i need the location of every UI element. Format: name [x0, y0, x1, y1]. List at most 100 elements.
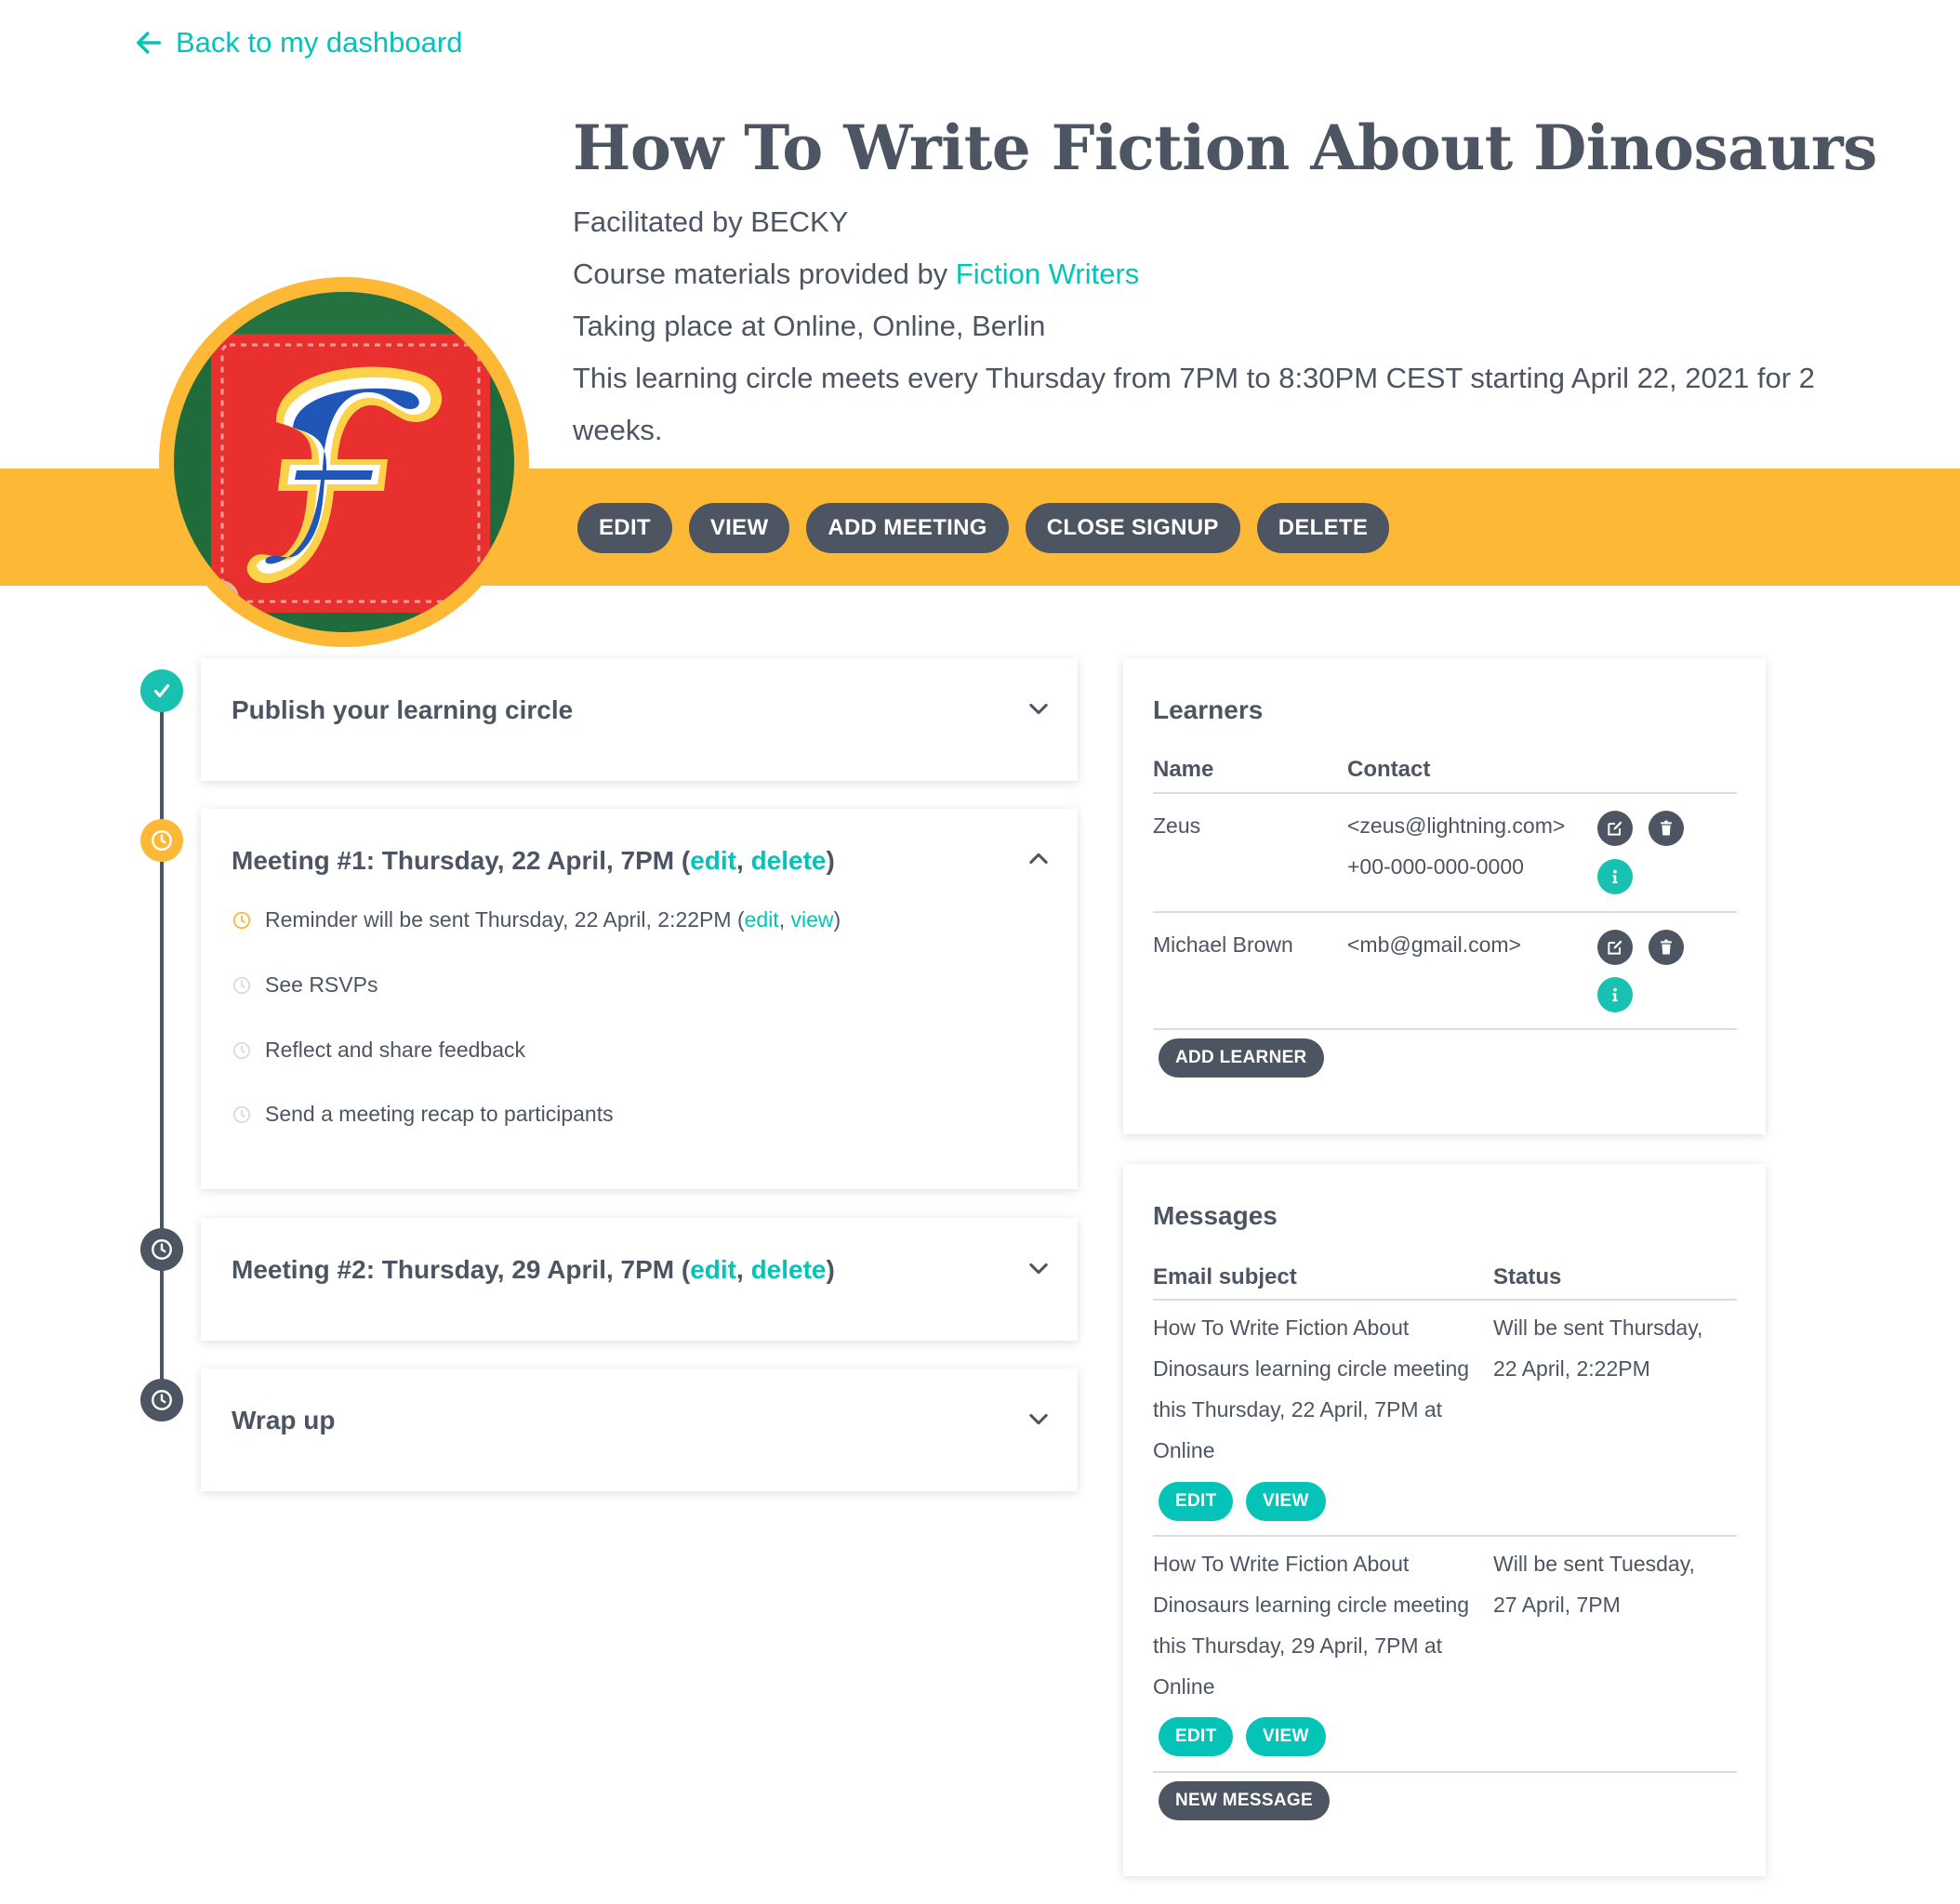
materials-line: Course materials provided by Fiction Wri…: [573, 248, 1139, 300]
edit-learner-button[interactable]: [1597, 930, 1633, 965]
location-text: Taking place at Online, Online, Berlin: [573, 310, 1046, 342]
message-view-button[interactable]: VIEW: [1246, 1717, 1326, 1756]
clock-icon: [232, 1105, 251, 1123]
meeting-2-title: Meeting #2: Thursday, 29 April, 7PM (edi…: [232, 1255, 835, 1285]
materials-prefix: Course materials provided by: [573, 258, 956, 290]
learner-info-button[interactable]: [1597, 859, 1633, 894]
learner-email: <mb@gmail.com>: [1347, 932, 1521, 957]
meeting-2-edit-link[interactable]: edit: [690, 1255, 736, 1284]
page-title: How To Write Fiction About Dinosaurs: [573, 112, 1877, 184]
publish-card[interactable]: Publish your learning circle: [201, 658, 1078, 781]
clock-icon: [152, 830, 172, 851]
chevron-down-icon[interactable]: [1026, 695, 1052, 721]
edit-button[interactable]: EDIT: [577, 503, 672, 553]
message-subject-line: this Thursday, 29 April, 7PM at: [1153, 1633, 1443, 1658]
message-subject-line: How To Write Fiction About: [1153, 1552, 1410, 1576]
messages-col-status: Status: [1493, 1264, 1562, 1289]
edit-icon: [1608, 940, 1622, 955]
learner-info-button[interactable]: [1597, 977, 1633, 1012]
clock-icon: [232, 1041, 251, 1059]
learners-heading: Learners: [1153, 695, 1264, 724]
task-recap-label: Send a meeting recap to participants: [265, 1102, 614, 1126]
back-to-dashboard-link[interactable]: Back to my dashboard: [135, 26, 462, 60]
clock-icon: [152, 1390, 172, 1410]
publish-title: Publish your learning circle: [232, 695, 574, 724]
arrow-left-icon: [137, 32, 161, 54]
separator: ,: [736, 1255, 751, 1284]
learner-name: Michael Brown: [1153, 932, 1293, 957]
message-subject-line: this Thursday, 22 April, 7PM at: [1153, 1397, 1443, 1421]
clock-icon: [152, 1239, 172, 1260]
meeting-2-delete-link[interactable]: delete: [751, 1255, 827, 1284]
message-edit-button[interactable]: EDIT: [1159, 1717, 1234, 1756]
timeline-line: [160, 690, 164, 1400]
task-rsvps[interactable]: See RSVPs: [232, 972, 377, 998]
message-subject-line: Online: [1153, 1438, 1215, 1462]
message-subject-line: How To Write Fiction About: [1153, 1316, 1410, 1340]
separator: ,: [778, 907, 791, 932]
messages-heading: Messages: [1153, 1201, 1278, 1230]
message-subject-line: Online: [1153, 1674, 1215, 1699]
info-icon: [1612, 869, 1618, 884]
chevron-up-icon[interactable]: [1026, 846, 1052, 872]
checkmark-icon: [153, 683, 170, 698]
delete-learner-button[interactable]: [1649, 930, 1684, 965]
info-icon: [1612, 987, 1618, 1002]
learners-panel: Learners Name Contact Zeus <zeus@lightni…: [1123, 658, 1766, 1134]
delete-button[interactable]: DELETE: [1256, 503, 1390, 553]
task-reminder-label: Reminder will be sent Thursday, 22 April…: [265, 907, 841, 932]
chevron-down-icon[interactable]: [1026, 1406, 1052, 1432]
meeting-1-title: Meeting #1: Thursday, 22 April, 7PM (edi…: [232, 846, 835, 876]
trash-icon: [1661, 820, 1672, 836]
learner-email: <zeus@lightning.com>: [1347, 813, 1566, 838]
meeting-2-title-text: Meeting #2: Thursday, 29 April, 7PM (: [232, 1255, 691, 1284]
divider: [1153, 1771, 1737, 1773]
schedule-text-line-1: This learning circle meets every Thursda…: [573, 362, 1815, 394]
message-status-line: Will be sent Thursday,: [1493, 1316, 1703, 1340]
step-complete-marker: [140, 669, 183, 712]
clock-icon: [232, 911, 251, 929]
add-meeting-button[interactable]: ADD MEETING: [806, 503, 1009, 553]
action-buttons: EDIT VIEW ADD MEETING CLOSE SIGNUP DELET…: [577, 503, 1390, 553]
chevron-down-icon[interactable]: [1026, 1255, 1052, 1281]
divider: [1153, 792, 1737, 794]
divider: [1153, 1535, 1737, 1537]
meeting-1-delete-link[interactable]: delete: [751, 846, 827, 875]
paren-close: ): [833, 907, 841, 932]
meeting-1-edit-link[interactable]: edit: [690, 846, 736, 875]
messages-col-subject: Email subject: [1153, 1264, 1297, 1289]
edit-learner-button[interactable]: [1597, 811, 1633, 846]
reminder-view-link[interactable]: view: [790, 907, 833, 932]
separator: ,: [736, 846, 751, 875]
close-signup-button[interactable]: CLOSE SIGNUP: [1025, 503, 1240, 553]
delete-learner-button[interactable]: [1649, 811, 1684, 846]
schedule-text-line-2: weeks.: [573, 414, 663, 446]
edit-icon: [1608, 821, 1622, 836]
meeting-2-card[interactable]: Meeting #2: Thursday, 29 April, 7PM (edi…: [201, 1218, 1078, 1341]
task-reflect[interactable]: Reflect and share feedback: [232, 1038, 525, 1063]
reminder-text: Reminder will be sent Thursday, 22 April…: [265, 907, 745, 932]
view-button[interactable]: VIEW: [688, 503, 790, 553]
message-view-button[interactable]: VIEW: [1246, 1482, 1326, 1521]
message-subject-line: Dinosaurs learning circle meeting: [1153, 1593, 1470, 1617]
clock-icon: [232, 976, 251, 994]
task-reminder: Reminder will be sent Thursday, 22 April…: [232, 907, 841, 932]
step-upcoming-marker: [140, 1228, 183, 1271]
materials-provider-link[interactable]: Fiction Writers: [956, 258, 1140, 290]
message-status-line: 22 April, 2:22PM: [1493, 1356, 1650, 1381]
step-upcoming-marker: [140, 1379, 183, 1421]
message-status-line: Will be sent Tuesday,: [1493, 1552, 1695, 1576]
new-message-button[interactable]: NEW MESSAGE: [1159, 1781, 1330, 1820]
paren-close: ): [826, 1255, 835, 1284]
message-edit-button[interactable]: EDIT: [1159, 1482, 1234, 1521]
wrap-up-card[interactable]: Wrap up: [201, 1368, 1078, 1491]
divider: [1153, 911, 1737, 913]
task-recap[interactable]: Send a meeting recap to participants: [232, 1102, 614, 1127]
trash-icon: [1661, 939, 1672, 955]
learners-col-contact: Contact: [1347, 757, 1431, 782]
wrap-up-title: Wrap up: [232, 1406, 336, 1435]
reminder-edit-link[interactable]: edit: [745, 907, 779, 932]
message-subject-line: Dinosaurs learning circle meeting: [1153, 1356, 1470, 1381]
messages-panel: Messages Email subject Status How To Wri…: [1123, 1164, 1766, 1876]
add-learner-button[interactable]: ADD LEARNER: [1159, 1038, 1324, 1078]
